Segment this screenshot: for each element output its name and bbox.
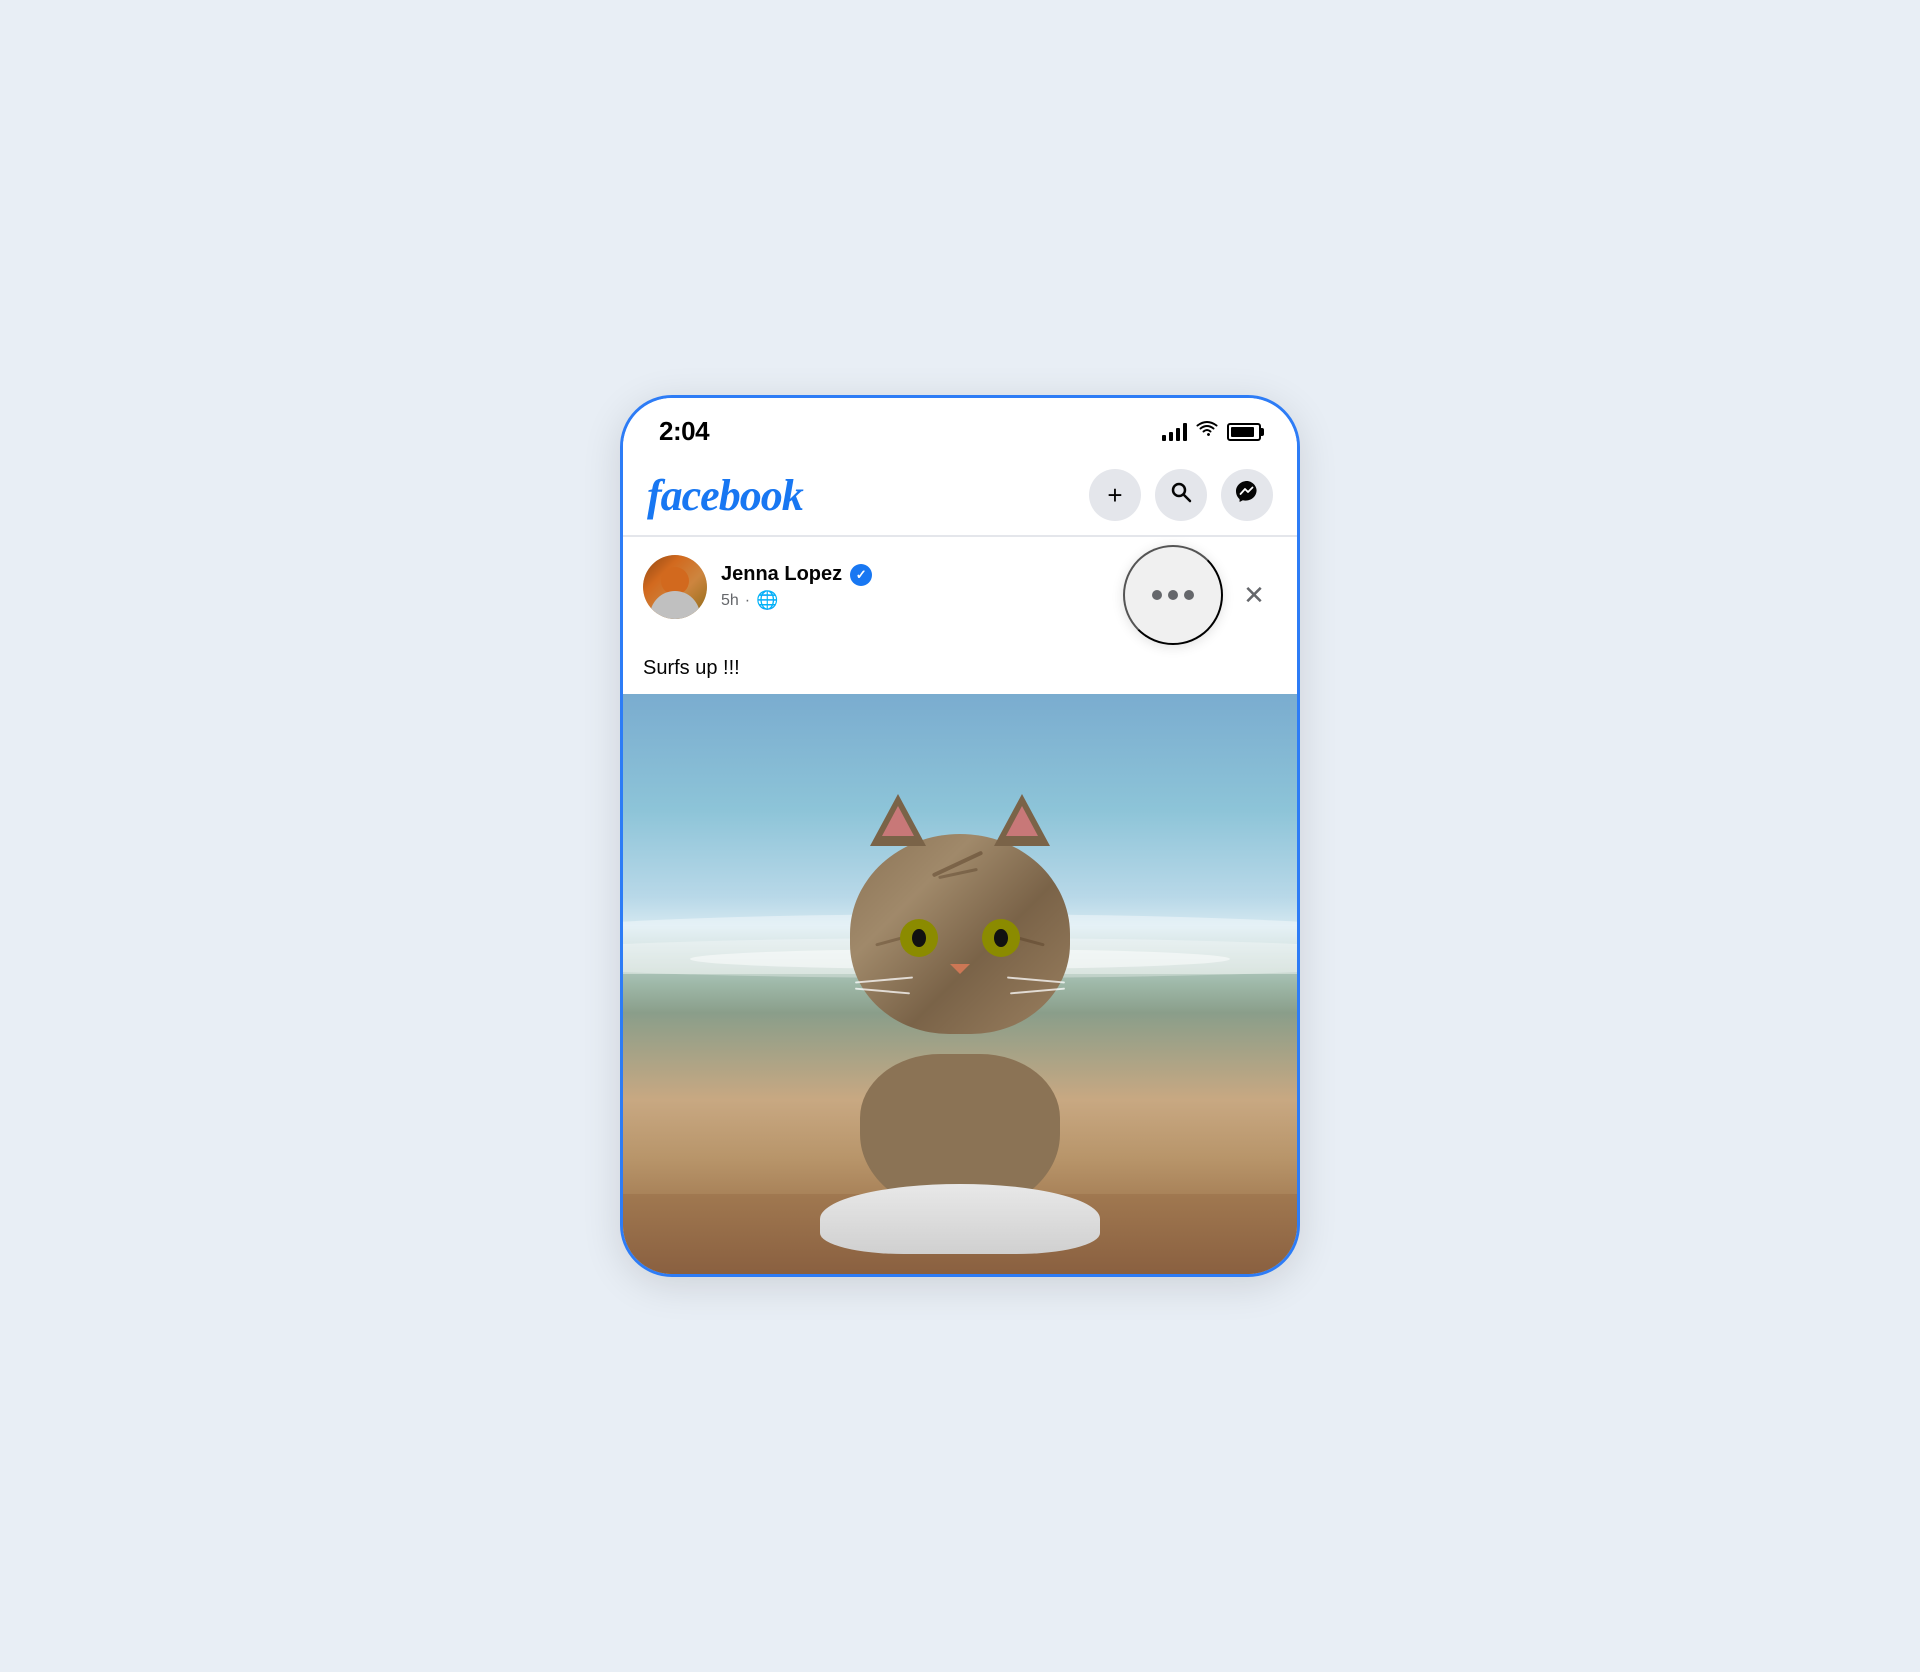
- more-options-button[interactable]: [1123, 545, 1223, 645]
- whisker-left-2: [855, 988, 910, 995]
- page-background: 2:04: [0, 0, 1920, 1672]
- messenger-button[interactable]: [1221, 469, 1273, 521]
- user-name-row: Jenna Lopez ✓: [721, 563, 872, 586]
- post-text: Surfs up !!!: [623, 657, 1297, 694]
- post-meta: 5h · 🌐: [721, 590, 872, 611]
- close-button[interactable]: ✕: [1231, 572, 1277, 618]
- whisker-right-2: [1010, 988, 1065, 995]
- cat-inner-ear-right: [1006, 806, 1038, 836]
- avatar[interactable]: [643, 555, 707, 619]
- add-icon: +: [1107, 480, 1122, 511]
- status-bar: 2:04: [623, 398, 1297, 457]
- wifi-icon: [1195, 420, 1219, 444]
- status-time: 2:04: [659, 416, 709, 447]
- whisker-left-1: [855, 976, 913, 983]
- cat-eye-left: [900, 919, 938, 957]
- phone-frame: 2:04: [620, 395, 1300, 1277]
- battery-icon: [1227, 423, 1261, 441]
- globe-icon: 🌐: [756, 590, 778, 611]
- surfboard: [820, 1184, 1100, 1254]
- facebook-header: facebook +: [623, 457, 1297, 536]
- post-time: 5h: [721, 592, 739, 610]
- post-image: [623, 694, 1297, 1274]
- header-actions: +: [1089, 469, 1273, 521]
- signal-icon: [1162, 423, 1187, 441]
- post-user-info: Jenna Lopez ✓ 5h · 🌐: [643, 555, 872, 619]
- close-icon: ✕: [1243, 580, 1265, 611]
- post-header: Jenna Lopez ✓ 5h · 🌐: [623, 537, 1297, 657]
- user-details: Jenna Lopez ✓ 5h · 🌐: [721, 563, 872, 611]
- search-icon: [1169, 480, 1193, 510]
- facebook-logo: facebook: [647, 470, 803, 521]
- messenger-icon: [1234, 479, 1260, 511]
- cat-eye-right: [982, 919, 1020, 957]
- user-name[interactable]: Jenna Lopez: [721, 563, 842, 586]
- cat-nose: [950, 964, 970, 974]
- cat-inner-ear-left: [882, 806, 914, 836]
- add-button[interactable]: +: [1089, 469, 1141, 521]
- cat-head: [850, 834, 1070, 1034]
- whisker-right-1: [1007, 976, 1065, 983]
- verified-badge: ✓: [850, 564, 872, 586]
- three-dots-icon: [1152, 590, 1194, 600]
- post-card: Jenna Lopez ✓ 5h · 🌐: [623, 537, 1297, 1274]
- status-icons: [1162, 420, 1261, 444]
- post-action-buttons: ✕: [1123, 545, 1277, 645]
- cat-container: [800, 794, 1120, 1214]
- search-button[interactable]: [1155, 469, 1207, 521]
- separator: ·: [745, 592, 750, 610]
